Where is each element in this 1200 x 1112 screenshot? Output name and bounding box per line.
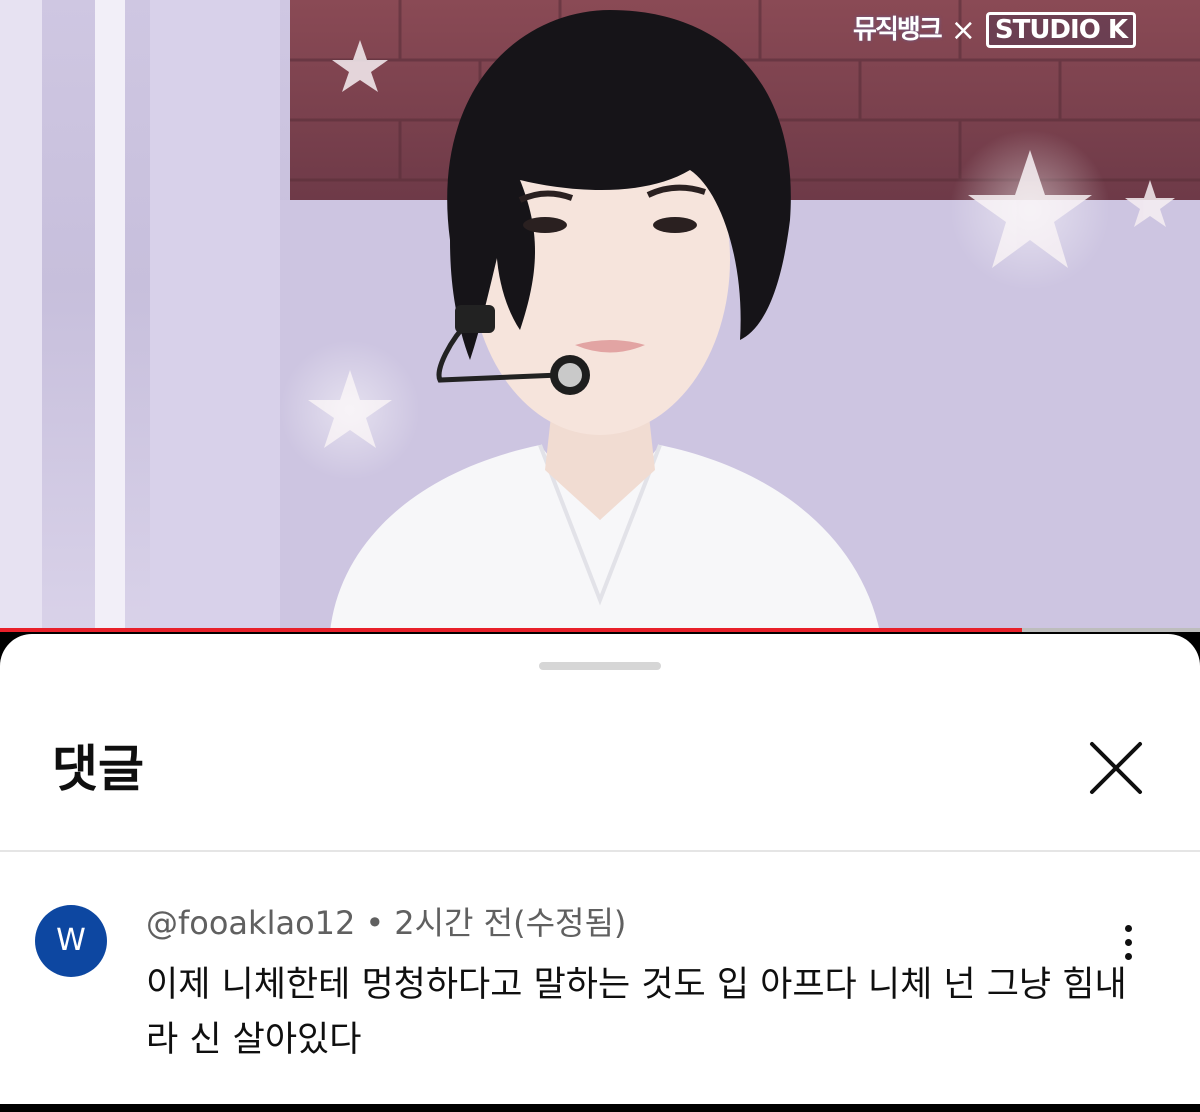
more-vertical-icon-dot — [1124, 924, 1132, 932]
comment-text: 이제 니체한테 멍청하다고 말하는 것도 입 아프다 니체 넌 그냥 힘내라 신… — [146, 965, 1127, 1060]
studio-k-logo: STUDIO K — [985, 12, 1136, 48]
comment-item: W @fooaklao12 • 2시간 전(수정됨) 이제 니체한테 멍청하다고 말… — [0, 852, 1200, 1112]
video-progress-fill — [0, 628, 1023, 632]
more-vertical-icon-dot — [1124, 952, 1132, 960]
avatar[interactable]: W — [35, 905, 107, 977]
close-button[interactable] — [1086, 738, 1146, 798]
video-progress-bar[interactable] — [0, 628, 1200, 632]
comments-title: 댓글 — [52, 740, 144, 798]
music-bank-logo: 뮤직뱅크 — [853, 15, 943, 45]
close-icon — [1090, 742, 1142, 794]
logo-separator: × — [950, 12, 976, 48]
video-player[interactable]: 뮤직뱅크 × STUDIO K — [0, 0, 1200, 632]
comment-more-button[interactable] — [1110, 912, 1146, 972]
more-vertical-icon-dot — [1124, 938, 1132, 946]
comment-author[interactable]: @fooaklao12 — [146, 904, 355, 942]
drag-handle[interactable] — [539, 662, 661, 670]
video-frame — [0, 0, 1200, 632]
meta-separator: • — [365, 904, 385, 942]
comments-sheet: 댓글 W @fooaklao12 • 2시간 전(수정됨) 이제 니체한테 멍청하다… — [0, 634, 1200, 1104]
comment-time: 2시간 전(수정됨) — [394, 904, 627, 942]
broadcast-logo: 뮤직뱅크 × STUDIO K — [853, 8, 1136, 52]
comment-meta: @fooaklao12 • 2시간 전(수정됨) — [146, 900, 626, 946]
